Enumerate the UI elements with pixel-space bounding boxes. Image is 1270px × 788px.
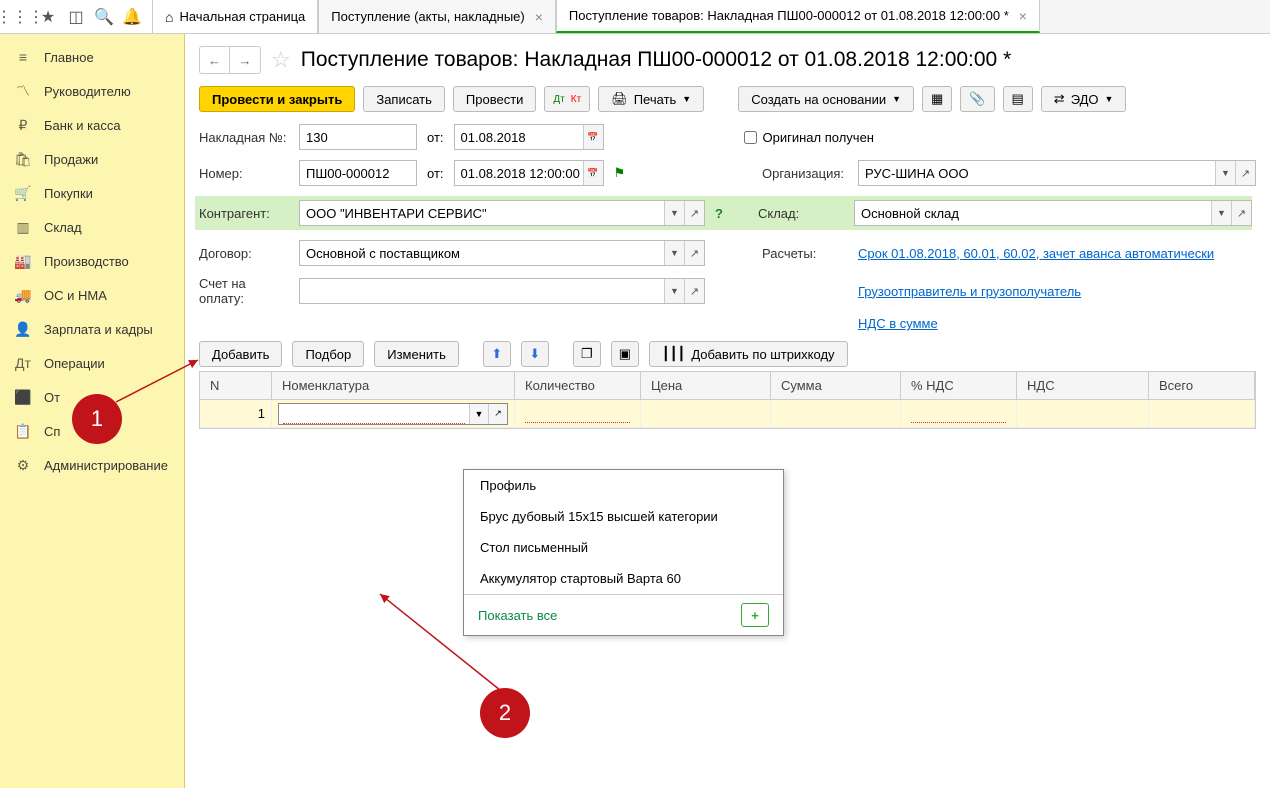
annotation-1: 1 [72, 394, 122, 444]
annotation-2: 2 [480, 688, 530, 738]
annotation-arrows [0, 0, 1270, 788]
